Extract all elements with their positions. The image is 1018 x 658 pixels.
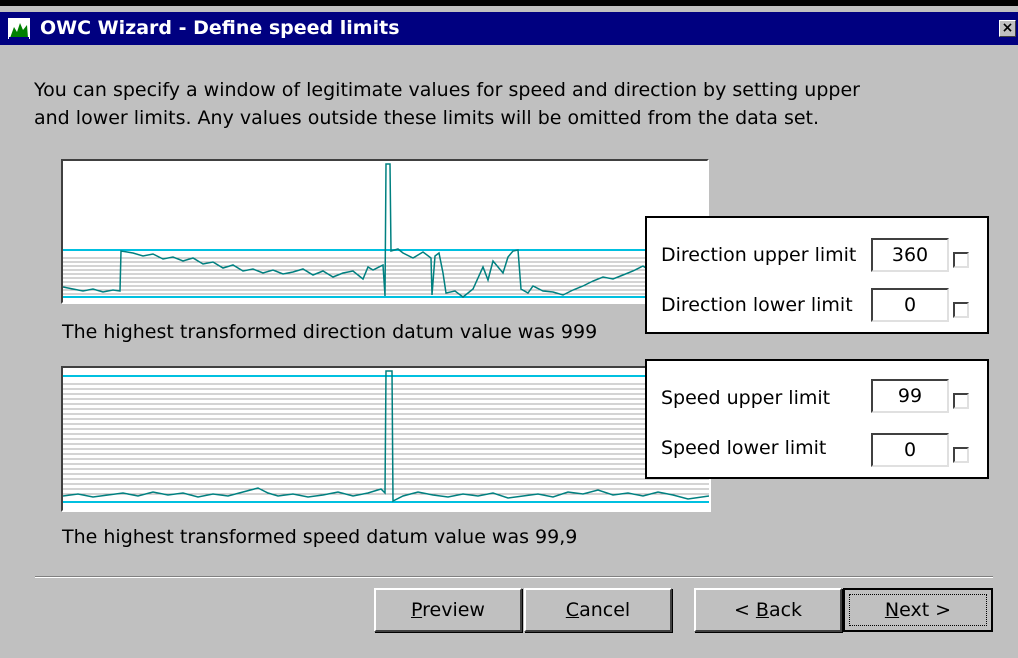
intro-line-1: You can specify a window of legitimate v… [34,79,860,101]
speed-upper-field[interactable]: 99 [871,379,949,413]
back-button[interactable]: < Back [694,588,842,632]
wizard-window: OWC Wizard - Define speed limits × You c… [0,0,1018,658]
intro-text: You can specify a window of legitimate v… [34,76,934,132]
speed-lower-field[interactable]: 0 [871,433,949,467]
close-icon[interactable]: × [999,20,1016,37]
direction-caption: The highest transformed direction datum … [62,321,598,343]
direction-lower-label: Direction lower limit [661,294,853,316]
preview-button[interactable]: Preview [374,588,522,632]
speed-upper-label: Speed upper limit [661,387,831,409]
speed-caption: The highest transformed speed datum valu… [62,526,578,548]
direction-upper-field[interactable]: 360 [871,238,949,272]
intro-line-2: and lower limits. Any values outside the… [34,107,820,129]
speed-limits-panel: Speed upper limit 99 Speed lower limit 0 [645,359,989,479]
separator [35,576,993,578]
direction-lower-field[interactable]: 0 [871,288,949,322]
window-title: OWC Wizard - Define speed limits [40,17,400,39]
speed-upper-checkbox[interactable] [953,393,969,409]
chart-icon [8,18,30,39]
next-button[interactable]: Next > [843,588,993,632]
direction-upper-checkbox[interactable] [953,252,969,268]
direction-plot [61,159,709,304]
speed-lower-label: Speed lower limit [661,437,827,459]
title-bar[interactable]: OWC Wizard - Define speed limits × [0,12,1018,45]
direction-trace [63,163,707,298]
direction-upper-label: Direction upper limit [661,244,857,266]
direction-limits-panel: Direction upper limit 360 Direction lowe… [645,216,989,334]
speed-plot [61,366,711,512]
direction-lower-checkbox[interactable] [953,302,969,318]
focus-rect [849,594,987,626]
cancel-button[interactable]: Cancel [524,588,672,632]
speed-trace [63,370,709,503]
speed-lower-checkbox[interactable] [953,447,969,463]
